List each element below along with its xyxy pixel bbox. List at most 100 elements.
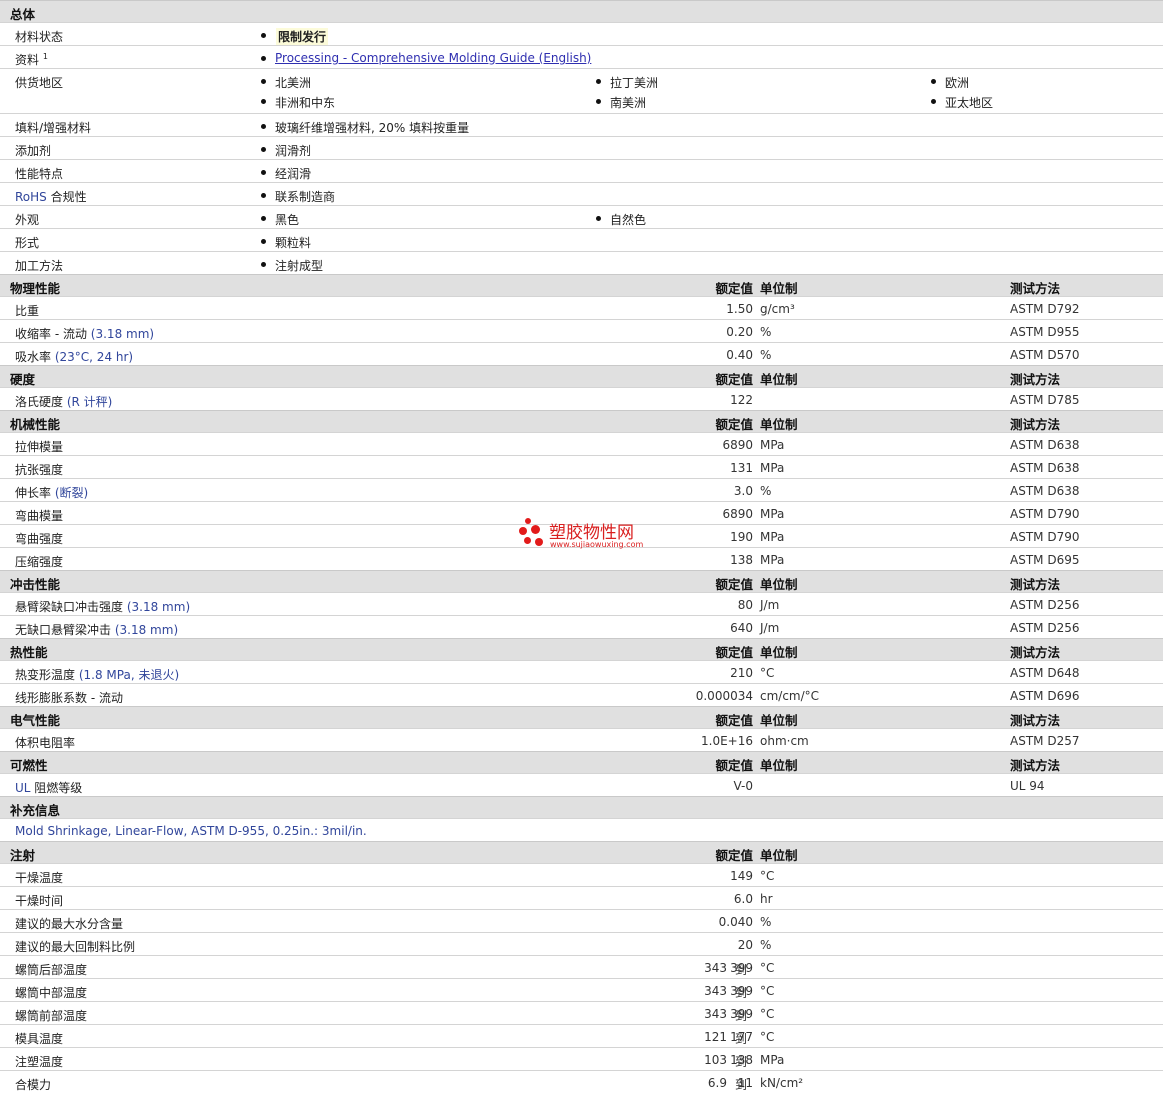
col-header-value: 额定值 xyxy=(715,758,753,773)
row-test-method: ASTM D256 xyxy=(1010,598,1080,612)
row-value: 210 xyxy=(730,666,753,680)
row-unit: J/m xyxy=(760,598,780,612)
row-value: 自然色 xyxy=(610,213,647,227)
watermark-dot-icon xyxy=(519,527,527,535)
col-header-test: 测试方法 xyxy=(1010,417,1061,432)
row-unit: °C xyxy=(760,666,775,680)
bullet-icon xyxy=(596,99,601,104)
bullet-icon xyxy=(261,56,266,61)
watermark-dot-icon xyxy=(531,525,540,534)
section-title: 冲击性能 xyxy=(10,577,61,592)
row-value: 注射成型 xyxy=(275,259,324,273)
col-header-value: 额定值 xyxy=(715,645,753,660)
general-row-process: 加工方法 注射成型 xyxy=(0,251,1163,274)
injection-row: 注塑温度 103 到 138 MPa xyxy=(0,1047,1163,1070)
row-label: 注塑温度 xyxy=(15,1055,64,1069)
range-min: 343 xyxy=(704,961,727,975)
row-unit: MPa xyxy=(760,461,785,475)
row-label: UL 阻燃等级 xyxy=(15,781,83,795)
row-label: 比重 xyxy=(15,304,40,318)
row-unit: °C xyxy=(760,1007,775,1021)
row-unit: g/cm³ xyxy=(760,302,795,316)
general-row-form: 形式 颗粒料 xyxy=(0,228,1163,251)
supplement-row: Mold Shrinkage, Linear-Flow, ASTM D-955,… xyxy=(0,818,1163,841)
row-value: 联系制造商 xyxy=(275,190,336,204)
row-unit: °C xyxy=(760,961,775,975)
general-row-rohs: RoHS 合规性 联系制造商 xyxy=(0,182,1163,205)
row-test-method: ASTM D638 xyxy=(1010,484,1080,498)
row-test-method: ASTM D696 xyxy=(1010,689,1080,703)
col-header-test: 测试方法 xyxy=(1010,713,1061,728)
col-header-unit: 单位制 xyxy=(760,758,798,773)
watermark-url: www.sujiaowuxing.com xyxy=(550,540,644,549)
row-label: 形式 xyxy=(15,236,40,250)
row-value: 经润滑 xyxy=(275,167,312,181)
row-test-method: ASTM D638 xyxy=(1010,461,1080,475)
range-max: 177 xyxy=(730,1030,753,1044)
section-header-flammability: 可燃性 额定值 单位制 测试方法 xyxy=(0,751,1163,773)
col-header-test: 测试方法 xyxy=(1010,645,1061,660)
row-label: 加工方法 xyxy=(15,259,64,273)
injection-row: 建议的最大水分含量 0.040 % xyxy=(0,909,1163,932)
general-row-literature: 资料 1 Processing - Comprehensive Molding … xyxy=(0,45,1163,68)
col-header-value: 额定值 xyxy=(715,713,753,728)
row-label: 无缺口悬臂梁冲击 (3.18 mm) xyxy=(15,623,179,637)
bullet-icon xyxy=(931,79,936,84)
row-value: 131 xyxy=(730,461,753,475)
injection-row: 模具温度 121 到 177 °C xyxy=(0,1024,1163,1047)
row-unit: cm/cm/°C xyxy=(760,689,820,703)
section-header-injection: 注射 额定值 单位制 xyxy=(0,841,1163,863)
col-header-value: 额定值 xyxy=(715,372,753,387)
col-header-unit: 单位制 xyxy=(760,417,798,432)
property-row: 拉伸模量 6890 MPa ASTM D638 xyxy=(0,432,1163,455)
row-test-method: UL 94 xyxy=(1010,779,1045,793)
property-row: 吸水率 (23°C, 24 hr) 0.40 % ASTM D570 xyxy=(0,342,1163,365)
row-value: 黑色 xyxy=(275,213,300,227)
row-unit: % xyxy=(760,325,772,339)
row-label: 收缩率 - 流动 (3.18 mm) xyxy=(15,327,155,341)
row-label: 模具温度 xyxy=(15,1032,64,1046)
row-value: 玻璃纤维增强材料, 20% 填料按重量 xyxy=(275,121,470,135)
section-header-hardness: 硬度 额定值 单位制 测试方法 xyxy=(0,365,1163,387)
bullet-icon xyxy=(261,79,266,84)
row-label: 螺筒前部温度 xyxy=(15,1009,88,1023)
section-header-supplement: 补充信息 xyxy=(0,796,1163,818)
row-value: 6.0 xyxy=(733,892,753,906)
bullet-icon xyxy=(596,79,601,84)
section-header-physical: 物理性能 额定值 单位制 测试方法 xyxy=(0,274,1163,296)
row-label: 性能特点 xyxy=(15,167,64,181)
injection-row: 干燥温度 149 °C xyxy=(0,863,1163,886)
row-label: 悬臂梁缺口冲击强度 (3.18 mm) xyxy=(15,600,191,614)
row-value: 1.0E+16 xyxy=(701,734,753,748)
row-unit: % xyxy=(760,938,772,952)
injection-row: 螺筒前部温度 343 到 399 °C xyxy=(0,1001,1163,1024)
row-test-method: ASTM D256 xyxy=(1010,621,1080,635)
row-unit: % xyxy=(760,484,772,498)
watermark-logo: 塑胶物性网 www.sujiaowuxing.com xyxy=(519,518,659,554)
range-max: 399 xyxy=(730,984,753,998)
row-value: 138 xyxy=(730,553,753,567)
col-header-value: 额定值 xyxy=(715,577,753,592)
row-label: 添加剂 xyxy=(15,144,52,158)
row-unit: MPa xyxy=(760,507,785,521)
row-label: 压缩强度 xyxy=(15,555,64,569)
col-header-unit: 单位制 xyxy=(760,281,798,296)
row-unit: MPa xyxy=(760,1053,785,1067)
property-row: 热变形温度 (1.8 MPa, 未退火) 210 °C ASTM D648 xyxy=(0,660,1163,683)
row-value: 0.40 xyxy=(726,348,753,362)
row-test-method: ASTM D648 xyxy=(1010,666,1080,680)
col-header-unit: 单位制 xyxy=(760,577,798,592)
property-row: 无缺口悬臂梁冲击 (3.18 mm) 640 J/m ASTM D256 xyxy=(0,615,1163,638)
section-title: 注射 xyxy=(10,848,36,863)
section-header-impact: 冲击性能 额定值 单位制 测试方法 xyxy=(0,570,1163,592)
section-title: 补充信息 xyxy=(10,803,61,818)
property-row: 伸长率 (断裂) 3.0 % ASTM D638 xyxy=(0,478,1163,501)
molding-guide-link[interactable]: Processing - Comprehensive Molding Guide… xyxy=(275,51,591,65)
row-test-method: ASTM D790 xyxy=(1010,530,1080,544)
col-header-test: 测试方法 xyxy=(1010,372,1061,387)
bullet-icon xyxy=(931,99,936,104)
injection-row: 螺筒后部温度 343 到 399 °C xyxy=(0,955,1163,978)
section-title: 物理性能 xyxy=(10,281,61,296)
region-item: 南美洲 xyxy=(610,96,647,110)
row-label: 拉伸模量 xyxy=(15,440,64,454)
